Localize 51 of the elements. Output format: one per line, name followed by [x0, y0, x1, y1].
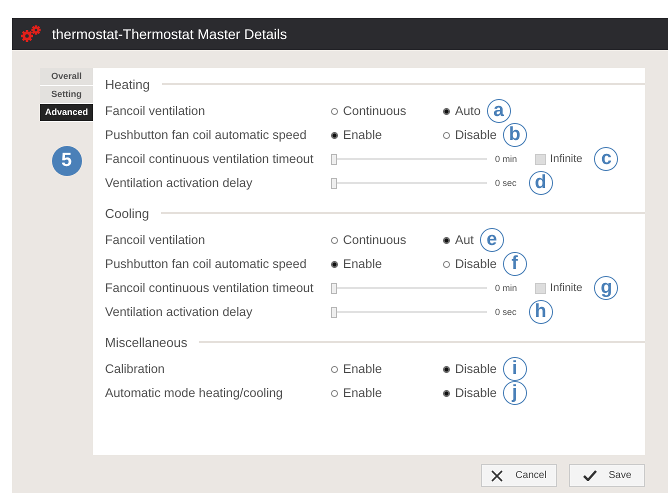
setting-label: Fancoil continuous ventilation timeout	[105, 152, 314, 166]
callout-letter: e	[480, 228, 504, 252]
setting-label: Fancoil ventilation	[105, 104, 206, 118]
callout-letter: j	[502, 381, 527, 405]
setting-label: Calibration	[105, 362, 166, 376]
radio-option[interactable]: Enable	[331, 386, 443, 400]
setting-label: Fancoil ventilation	[105, 233, 206, 247]
callout-letter: g	[594, 276, 618, 300]
slider-value: 0 sec	[495, 307, 517, 317]
section-title: Heating	[105, 76, 150, 92]
radio-option[interactable]: Enable	[331, 128, 443, 142]
tab[interactable]: Advanced	[40, 104, 93, 122]
setting-label: Ventilation activation delay	[105, 176, 254, 190]
infinite-checkbox[interactable]: Infinite	[535, 153, 582, 165]
callout-letter: h	[528, 300, 553, 324]
setting-label: Ventilation activation delay	[105, 305, 254, 319]
radio-option[interactable]: Disable	[443, 362, 497, 376]
radio-option[interactable]: Continuous	[331, 233, 443, 247]
callout-letter: f	[502, 252, 527, 276]
infinite-checkbox[interactable]: Infinite	[535, 282, 582, 294]
radio-option[interactable]: Aut	[443, 233, 474, 247]
setting-label: Fancoil continuous ventilation timeout	[105, 281, 314, 295]
gears-icon	[20, 25, 42, 43]
tab[interactable]: Overall	[40, 68, 93, 86]
window-title: thermostat-Thermostat Master Details	[52, 26, 287, 42]
tab[interactable]: Setting	[40, 86, 93, 104]
radio-option[interactable]: Disable	[443, 128, 497, 142]
radio-option[interactable]: Enable	[331, 257, 443, 271]
callout-letter: d	[528, 171, 553, 195]
radio-option[interactable]: Enable	[331, 362, 443, 376]
callout-letter: a	[486, 99, 511, 123]
radio-option[interactable]: Disable	[443, 386, 497, 400]
radio-option[interactable]: Disable	[443, 257, 497, 271]
slider-value: 0 sec	[495, 178, 517, 188]
callout-letter: b	[502, 123, 527, 147]
checkmark-icon	[582, 470, 597, 481]
close-icon	[491, 470, 504, 482]
setting-label: Pushbutton fan coil automatic speed	[105, 257, 308, 271]
cancel-button[interactable]: Cancel	[481, 464, 557, 487]
save-button[interactable]: Save	[569, 464, 645, 487]
radio-option[interactable]: Auto	[443, 104, 481, 118]
slider-value: 0 min	[495, 154, 518, 164]
setting-label: Pushbutton fan coil automatic speed	[105, 128, 308, 142]
section-title: Miscellaneous	[105, 334, 188, 350]
radio-option[interactable]: Continuous	[331, 104, 443, 118]
setting-label: Automatic mode heating/cooling	[105, 386, 284, 400]
slider-value: 0 min	[495, 283, 518, 293]
callout-letter: i	[502, 357, 527, 381]
step-badge: 5	[52, 146, 82, 176]
callout-letter: c	[594, 147, 618, 171]
section-title: Cooling	[105, 206, 150, 220]
